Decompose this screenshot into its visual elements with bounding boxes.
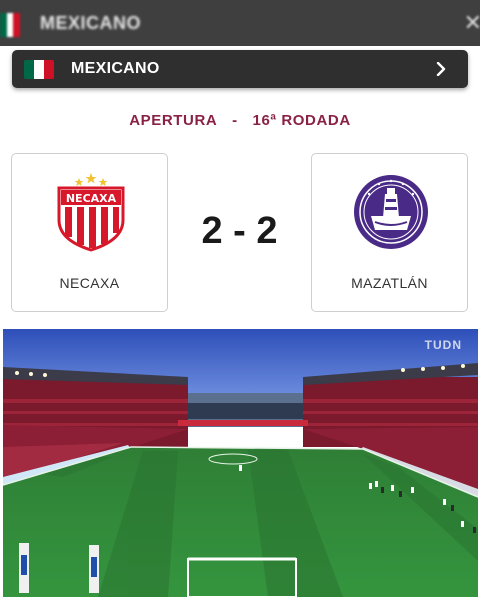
home-team-name: NECAXA bbox=[59, 275, 120, 291]
mexico-flag-icon bbox=[24, 60, 54, 79]
stadium-illustration bbox=[3, 329, 478, 597]
tournament-label: APERTURA bbox=[129, 112, 218, 129]
away-team-name: MAZATLÁN bbox=[351, 275, 428, 291]
svg-text:NECAXA: NECAXA bbox=[66, 192, 117, 205]
top-app-bar: MEXICANO ✕ bbox=[0, 0, 480, 46]
chevron-right-icon bbox=[436, 62, 446, 76]
home-team-card[interactable]: NECAXA NECAXA bbox=[11, 153, 168, 312]
away-team-card[interactable]: MAZATLÁN bbox=[311, 153, 468, 312]
league-label: MEXICANO bbox=[71, 60, 160, 77]
stadium-highlight-image[interactable]: TUDN bbox=[3, 329, 478, 597]
mazatlan-crest-icon bbox=[354, 175, 428, 249]
necaxa-crest-icon: NECAXA bbox=[57, 173, 125, 252]
close-icon[interactable]: ✕ bbox=[464, 10, 480, 36]
match-score: 2 - 2 bbox=[201, 210, 278, 252]
matchday-label: 16ª RODADA bbox=[252, 112, 351, 129]
broadcaster-watermark: TUDN bbox=[424, 338, 462, 352]
mexico-flag-icon bbox=[0, 13, 21, 37]
round-separator: - bbox=[232, 112, 238, 129]
top-bar-title: MEXICANO bbox=[40, 13, 142, 33]
round-heading: APERTURA - 16ª RODADA bbox=[0, 112, 480, 129]
league-selector[interactable]: MEXICANO bbox=[12, 50, 468, 88]
